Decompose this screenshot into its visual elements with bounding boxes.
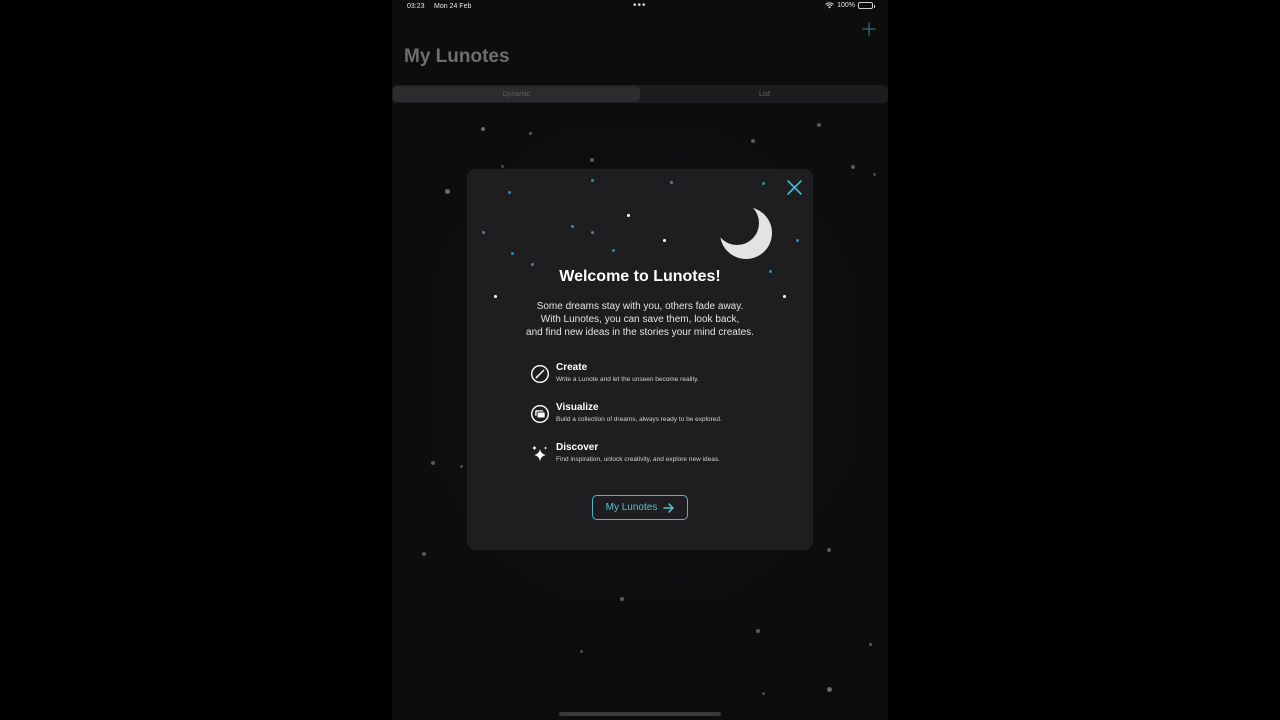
star: [783, 295, 786, 298]
star: [762, 692, 765, 695]
wifi-icon: [825, 2, 834, 9]
feature-title: Visualize: [556, 402, 599, 413]
feature-description: Find inspiration, unlock creativity, and…: [556, 456, 720, 463]
status-bar: 03:23 Mon 24 Feb ••• 100%: [392, 0, 888, 14]
status-date: Mon 24 Feb: [434, 3, 472, 10]
star: [591, 231, 594, 234]
star: [869, 643, 872, 646]
multitasking-dots[interactable]: •••: [633, 0, 647, 11]
star: [796, 239, 799, 242]
my-lunotes-button-label: My Lunotes: [605, 502, 658, 513]
star: [494, 295, 497, 298]
modal-body-line: and find new ideas in the stories your m…: [526, 327, 754, 338]
pencil-circle-icon: [530, 364, 550, 384]
star: [827, 548, 831, 552]
status-right: 100%: [825, 2, 875, 9]
modal-body-line: With Lunotes, you can save them, look ba…: [540, 314, 740, 325]
modal-title: Welcome to Lunotes!: [559, 268, 721, 285]
star: [851, 165, 855, 169]
modal-body-line: Some dreams stay with you, others fade a…: [536, 301, 744, 312]
feature-description: Write a Lunote and let the unseen become…: [556, 376, 699, 383]
star: [612, 249, 615, 252]
status-time: 03:23: [407, 3, 425, 10]
star: [511, 252, 514, 255]
star: [571, 225, 574, 228]
arrow-right-icon: [663, 502, 675, 513]
star: [482, 231, 485, 234]
star: [762, 182, 765, 185]
star: [501, 165, 504, 168]
star: [591, 179, 594, 182]
feature-title: Discover: [556, 442, 599, 453]
star: [620, 597, 624, 601]
star: [508, 191, 511, 194]
star: [445, 189, 450, 194]
plus-icon[interactable]: [862, 22, 876, 36]
segment-dynamic[interactable]: Dynamic: [393, 86, 640, 102]
star: [460, 465, 463, 468]
star: [670, 181, 673, 184]
crescent-moon-icon: [720, 207, 772, 259]
star: [751, 139, 755, 143]
page-title: My Lunotes: [404, 46, 510, 67]
star: [756, 629, 760, 633]
modal-body: Some dreams stay with you, others fade a…: [467, 300, 813, 339]
star: [873, 173, 876, 176]
home-indicator[interactable]: [559, 712, 721, 716]
feature-create: Create Write a Lunote and let the unseen…: [530, 362, 790, 392]
star: [580, 650, 583, 653]
battery-percent: 100%: [837, 2, 855, 9]
star: [422, 552, 426, 556]
photo-stack-circle-icon: [530, 404, 550, 424]
close-icon[interactable]: [786, 179, 803, 196]
welcome-modal: Welcome to Lunotes! Some dreams stay wit…: [467, 169, 813, 550]
feature-title: Create: [556, 362, 588, 373]
feature-description: Build a collection of dreams, always rea…: [556, 416, 722, 423]
star: [481, 127, 485, 131]
star: [590, 158, 594, 162]
sparkles-icon: [532, 445, 547, 461]
my-lunotes-button[interactable]: My Lunotes: [592, 495, 688, 520]
star: [529, 132, 532, 135]
view-segmented-control[interactable]: Dynamic List: [392, 85, 888, 103]
feature-visualize: Visualize Build a collection of dreams, …: [530, 402, 790, 432]
feature-discover: Discover Find inspiration, unlock creati…: [530, 442, 790, 472]
star: [627, 214, 630, 217]
star: [431, 461, 435, 465]
battery-icon: [858, 2, 875, 9]
star: [827, 687, 832, 692]
star: [817, 123, 821, 127]
star: [663, 239, 666, 242]
segment-list[interactable]: List: [641, 85, 888, 103]
star: [531, 263, 534, 266]
